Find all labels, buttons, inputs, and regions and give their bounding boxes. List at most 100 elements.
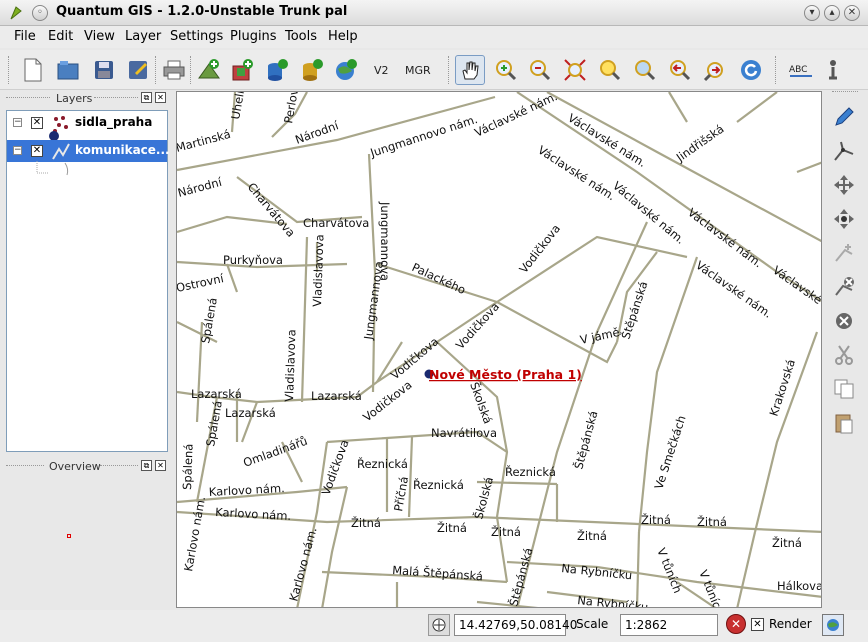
close-button[interactable]: ✕ <box>844 5 860 21</box>
menu-view[interactable]: View <box>84 29 115 44</box>
window-menu-button[interactable]: ◦ <box>32 5 48 21</box>
refresh-icon[interactable] <box>736 55 766 85</box>
street-label: Omladinářů <box>241 434 309 470</box>
layer-visibility-checkbox[interactable]: ✕ <box>31 145 43 157</box>
open-project-icon[interactable] <box>53 55 83 85</box>
zoom-full-icon[interactable] <box>560 55 590 85</box>
street-label: Vladislavova <box>310 234 327 307</box>
overview-map[interactable] <box>6 478 168 608</box>
layers-tree: − ✕ sidla_praha − ✕ komunikace... <box>6 110 170 452</box>
street-label: Jungmannovo nám. <box>368 112 480 160</box>
move-vertex-icon[interactable] <box>830 205 858 233</box>
menu-file[interactable]: File <box>14 29 36 44</box>
layer-row-komunikace[interactable]: − ✕ komunikace... <box>7 140 170 162</box>
render-checkbox[interactable]: ✕ <box>751 618 764 631</box>
delete-selected-icon[interactable] <box>830 307 858 335</box>
toolbar-separator <box>448 56 450 84</box>
street-label: V tůních <box>654 546 685 595</box>
street-label: Malá Štěpánská <box>392 562 484 583</box>
identify-icon[interactable] <box>818 55 848 85</box>
scale-label: Scale <box>576 617 609 631</box>
cut-features-icon[interactable] <box>830 341 858 369</box>
label-tool-icon[interactable]: ABC <box>786 55 816 85</box>
layer-visibility-checkbox[interactable]: ✕ <box>31 117 43 129</box>
street-label: Karlovo nám. <box>286 526 319 603</box>
overview-header: Overview ⧉ ✕ <box>0 458 172 478</box>
layers-panel-title: Layers <box>56 92 93 105</box>
menu-tools[interactable]: Tools <box>285 29 317 44</box>
street-label: Václavské nám. <box>685 205 765 270</box>
layers-float-button[interactable]: ⧉ <box>141 92 152 103</box>
add-vertex-icon[interactable] <box>830 239 858 267</box>
add-vector-layer-icon[interactable] <box>194 55 224 85</box>
save-as-icon[interactable] <box>123 55 153 85</box>
overview-close-button[interactable]: ✕ <box>155 460 166 471</box>
layers-close-button[interactable]: ✕ <box>155 92 166 103</box>
street-label: Vodičkova <box>360 378 414 425</box>
zoom-layer-icon[interactable] <box>630 55 660 85</box>
print-icon[interactable] <box>159 55 189 85</box>
zoom-selection-icon[interactable] <box>595 55 625 85</box>
street-label: Ve Smečkách <box>652 414 689 491</box>
delete-vertex-icon[interactable] <box>830 273 858 301</box>
place-label[interactable]: Nové Město (Praha 1) <box>429 367 582 382</box>
coordinate-toggle-icon[interactable] <box>428 614 450 636</box>
menu-help[interactable]: Help <box>328 29 358 44</box>
menu-settings[interactable]: Settings <box>170 29 223 44</box>
toolbar-grip <box>832 91 858 95</box>
menu-plugins[interactable]: Plugins <box>230 29 277 44</box>
street-label: Václavské nám. <box>693 258 774 321</box>
layer-row-sidla-praha[interactable]: − ✕ sidla_praha <box>7 112 167 134</box>
paste-features-icon[interactable] <box>830 409 858 437</box>
scale-input[interactable]: 1:2862 <box>620 614 718 636</box>
zoom-in-icon[interactable] <box>491 55 521 85</box>
street-label: Hálkova <box>777 579 822 593</box>
street-label: Spálená <box>180 443 196 490</box>
stop-render-icon[interactable]: ✕ <box>726 614 746 634</box>
street-label: Jungmannova <box>361 260 386 341</box>
street-label: Ostrovní <box>177 271 226 295</box>
add-spatialite-layer-icon[interactable] <box>297 55 327 85</box>
overview-float-button[interactable]: ⧉ <box>141 460 152 471</box>
dock-grip <box>100 465 138 468</box>
street-label: Příčná <box>391 475 411 512</box>
v2-label[interactable]: V2 <box>374 64 389 77</box>
move-feature-icon[interactable] <box>830 171 858 199</box>
street-label: Žitná <box>491 524 521 539</box>
toolbar-separator <box>155 56 157 84</box>
menu-edit[interactable]: Edit <box>48 29 73 44</box>
minimize-button[interactable]: ▾ <box>804 5 820 21</box>
expand-toggle[interactable]: − <box>13 118 22 127</box>
street-label: Karlovo nám. <box>215 505 292 523</box>
street-label: Řeznická <box>413 477 464 492</box>
zoom-out-icon[interactable] <box>525 55 555 85</box>
expand-toggle[interactable]: − <box>13 146 22 155</box>
street-label: Karlovo nám. <box>208 481 285 499</box>
map-canvas[interactable]: Národní Jungmannovo nám. Václavské nám. … <box>176 91 822 608</box>
street-label: Lazarská <box>191 387 242 401</box>
street-label: Václavské nám. <box>610 179 688 247</box>
street-label: Spálená <box>198 297 220 345</box>
street-label: Na Rybníčku <box>561 561 633 582</box>
menu-layer[interactable]: Layer <box>125 29 161 44</box>
mgr-label[interactable]: MGR <box>405 64 431 77</box>
add-raster-layer-icon[interactable] <box>228 55 258 85</box>
maximize-button[interactable]: ▴ <box>824 5 840 21</box>
street-label: Žitná <box>772 535 802 550</box>
zoom-last-icon[interactable] <box>665 55 695 85</box>
capture-line-icon[interactable] <box>830 137 858 165</box>
save-project-icon[interactable] <box>89 55 119 85</box>
add-wms-layer-icon[interactable] <box>331 55 361 85</box>
main-toolbar: V2 MGR ABC <box>0 50 868 90</box>
place-feature[interactable]: Nové Město (Praha 1) <box>424 367 582 382</box>
new-project-icon[interactable] <box>18 55 48 85</box>
pan-hand-icon[interactable] <box>455 55 485 85</box>
street-label: Školská <box>470 475 496 521</box>
copy-features-icon[interactable] <box>830 375 858 403</box>
layer-name: komunikace... <box>75 143 170 157</box>
crs-status-icon[interactable] <box>822 614 844 636</box>
zoom-next-icon[interactable] <box>700 55 730 85</box>
toggle-editing-icon[interactable] <box>830 103 858 131</box>
add-postgis-layer-icon[interactable] <box>262 55 292 85</box>
window-title: Quantum GIS - 1.2.0-Unstable Trunk pal <box>56 4 348 19</box>
